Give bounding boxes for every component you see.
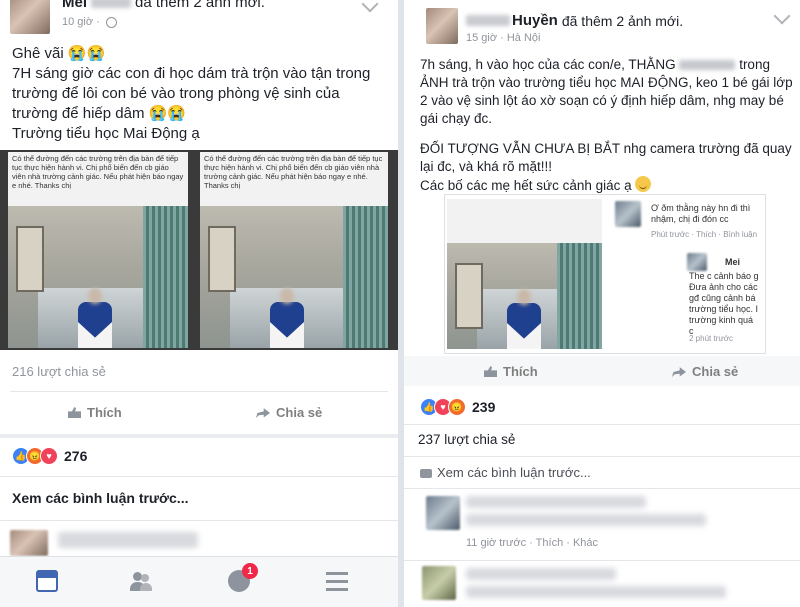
post-photos[interactable]: Có thể đường đến các trường trên địa bàn… [0, 150, 398, 350]
author-avatar[interactable] [10, 0, 50, 34]
view-previous-comments[interactable]: Xem các bình luận trước... [420, 465, 591, 480]
photo-2[interactable]: Ơ ðm thằng này hn đi thì nhậm, chị đi đó… [611, 199, 761, 349]
post-line: 7h sáng, h vào học của các con/e, THẰNG … [420, 56, 793, 74]
comment-redacted [466, 568, 616, 580]
share-icon [256, 408, 270, 418]
comment-redacted [466, 514, 706, 526]
bottom-tab-bar: 1 [0, 556, 398, 607]
screenshot-text: Có thể đường đến các trường trên địa bàn… [200, 152, 388, 206]
post-line: gái chạy đc. [420, 111, 493, 126]
preview-comment: The c cảnh báo g Đưa ảnh cho các gđ cũng… [689, 271, 759, 336]
share-label: Chia sẻ [692, 364, 739, 379]
share-icon [672, 367, 686, 377]
notifications-globe-icon[interactable]: 1 [228, 563, 258, 592]
post-meta: 15 giờ · Hà Nội [466, 32, 541, 44]
post-location[interactable]: Hà Nội [507, 32, 541, 44]
photo-1[interactable]: Có thể đường đến các trường trên địa bàn… [8, 152, 188, 348]
angry-reaction-icon: 😠 [448, 398, 466, 416]
like-button[interactable]: Thích [68, 405, 122, 420]
post-action-text: đã thêm 2 ảnh mới. [135, 0, 265, 11]
menu-icon[interactable] [326, 572, 348, 591]
reactions-summary[interactable]: 👍 ♥ 😠 239 [420, 398, 495, 416]
post-line: 2 vào vệ sinh lột áo xờ soạn có ý định h… [420, 93, 784, 108]
comment-bubble-icon [420, 469, 432, 479]
post-text: Ghê vãi 😭😭 7H sáng giờ các con đi học dá… [12, 44, 370, 144]
comment-redacted [466, 496, 646, 508]
post-meta: 10 giờ · [62, 16, 117, 28]
post-text: 7h sáng, h vào học của các con/e, THẰNG … [420, 56, 793, 195]
notification-badge: 1 [242, 563, 258, 579]
post-line: Các bố các mẹ hết sức cảnh giác ạ [420, 176, 793, 195]
post-photos[interactable]: Ơ ðm thằng này hn đi thì nhậm, chị đi đó… [444, 194, 766, 354]
friends-icon[interactable] [130, 570, 152, 592]
like-label: Thích [503, 364, 538, 379]
preview-comment-meta: Phút trước · Thích · Bình luận [651, 230, 758, 239]
author-name-redacted [466, 15, 510, 26]
share-label: Chia sẻ [276, 405, 323, 420]
share-count[interactable]: 237 lượt chia sẻ [418, 432, 515, 447]
photo-2[interactable]: Có thể đường đến các trường trên địa bàn… [200, 152, 388, 348]
chevron-down-icon[interactable] [773, 7, 791, 25]
preview-comment-meta: 2 phút trước [689, 334, 733, 343]
commenter-avatar[interactable] [422, 566, 456, 600]
post-line-part: trong [739, 57, 770, 72]
photo-1[interactable] [447, 199, 602, 349]
author-name-redacted [91, 0, 132, 8]
comment-redacted [58, 532, 198, 548]
commenter-avatar[interactable] [426, 496, 460, 530]
globe-icon [105, 16, 117, 28]
post-line: 7H sáng giờ các con đi học dám trà trộn … [12, 65, 371, 82]
like-label: Thích [87, 405, 122, 420]
comment-redacted [466, 586, 726, 598]
post-time[interactable]: 15 giờ [466, 32, 497, 44]
action-text: đã thêm 2 ảnh mới. [561, 12, 684, 29]
post-header: Huyền đã thêm 2 ảnh mới. [466, 12, 683, 29]
post-action-text: đã thêm 2 ảnh mới. [562, 13, 683, 29]
post-line-part: 7h sáng, h vào học của các con/e, THẰNG [420, 57, 676, 72]
post-line-part: Các bố các mẹ hết sức cảnh giác ạ [420, 178, 632, 193]
share-button[interactable]: Chia sẻ [672, 364, 738, 379]
heart-reaction-icon: ♥ [40, 447, 58, 465]
author-name[interactable]: Mei [62, 0, 87, 11]
author-avatar[interactable] [426, 8, 458, 44]
worried-emoji-icon [635, 176, 652, 192]
share-button[interactable]: Chia sẻ [256, 405, 322, 420]
reaction-count: 239 [472, 399, 496, 415]
post-header: Mei đã thêm 2 ảnh mới. [62, 0, 265, 11]
commenter-avatar [687, 253, 707, 271]
like-button[interactable]: Thích [484, 364, 538, 379]
left-post-panel: Mei đã thêm 2 ảnh mới. 10 giờ · Ghê vãi … [0, 0, 398, 607]
post-line: Ghê vãi 😭😭 [12, 45, 106, 62]
news-feed-icon[interactable] [36, 570, 58, 592]
reactions-summary[interactable]: 👍 😠 ♥ 276 [12, 447, 87, 465]
post-time[interactable]: 10 giờ [62, 16, 93, 28]
reaction-count: 276 [64, 448, 88, 464]
view-comments-label: Xem các bình luận trước... [437, 465, 591, 480]
post-line: lại đc, và khá rõ mặt!!! [420, 159, 553, 174]
thumbs-up-icon [484, 366, 497, 377]
commenter-avatar[interactable] [10, 530, 48, 556]
commenter-avatar [615, 201, 641, 227]
view-previous-comments[interactable]: Xem các bình luận trước... [12, 490, 188, 506]
thumbs-up-icon [68, 407, 81, 418]
chevron-down-icon[interactable] [361, 0, 379, 13]
post-line: trường để hiếp dâm 😭😭 [12, 105, 186, 122]
author-name[interactable]: Huyền [512, 12, 558, 29]
screenshot-text [447, 199, 602, 243]
comment-meta[interactable]: 11 giờ trước · Thích · Khác [466, 537, 598, 549]
screenshot-text: Có thể đường đến các trường trên địa bàn… [8, 152, 188, 206]
preview-comment: Ơ ðm thằng này hn đi thì nhậm, chị đi đó… [651, 203, 751, 224]
post-line: Trường tiểu học Mai Động ạ [12, 125, 200, 142]
name-redacted [679, 60, 736, 71]
share-count[interactable]: 216 lượt chia sẻ [12, 364, 106, 379]
preview-comment-name: Mei [725, 257, 741, 267]
right-post-panel: Huyền đã thêm 2 ảnh mới. 15 giờ · Hà Nội… [404, 0, 800, 607]
post-line: trường để lôi con bé vào trong phòng vệ … [12, 85, 340, 102]
post-line: ĐỐI TƯỢNG VẪN CHƯA BỊ BẮT nhg camera trư… [420, 141, 792, 156]
post-line: ẢNH trà trộn vào trường tiểu học MAI ĐỘN… [420, 75, 793, 90]
